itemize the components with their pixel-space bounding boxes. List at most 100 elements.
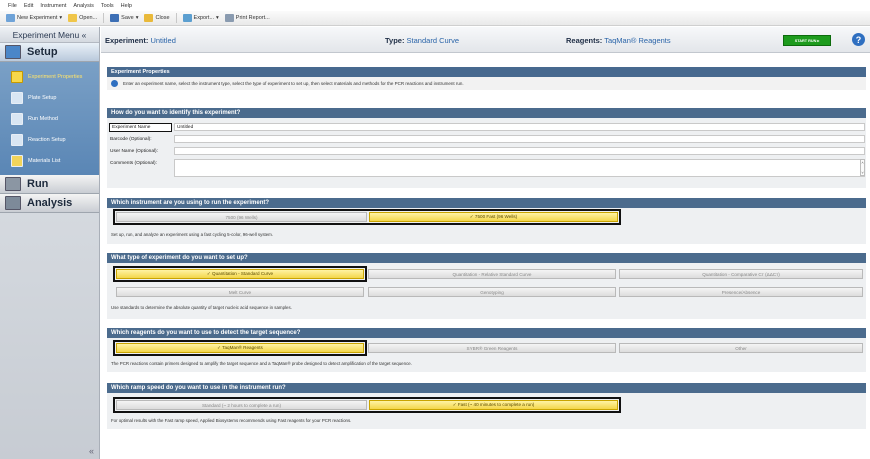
save-icon	[110, 14, 120, 22]
save-label: Save	[121, 15, 134, 21]
open-button[interactable]: Open...	[68, 14, 97, 22]
menu-help[interactable]: Help	[121, 3, 132, 9]
reagents-info: Reagents: TaqMan® Reagents	[566, 36, 671, 45]
toolbar: New Experiment ▾ Open... Save ▾ Close Expo…	[0, 11, 870, 26]
exptype-presence-absence[interactable]: Presence/Absence	[619, 287, 863, 297]
exptype-comparative-ct[interactable]: Quantitation - Comparative Cт (ΔΔCт)	[619, 269, 863, 279]
export-label: Export...	[193, 15, 215, 21]
exptype-relative-standard-curve[interactable]: Quantitation - Relative Standard Curve	[368, 269, 616, 279]
experiment-menu-title[interactable]: Experiment Menu «	[0, 27, 99, 43]
scroll-down-icon[interactable]: ˅	[861, 170, 863, 175]
print-report-label: Print Report...	[235, 15, 270, 21]
sidebar-item-label: Experiment Properties	[28, 73, 83, 80]
experiment-type-question: What type of experiment do you want to s…	[107, 253, 866, 263]
reagent-other[interactable]: Other	[619, 343, 863, 353]
print-icon	[224, 14, 234, 22]
experiment-properties-icon	[11, 70, 23, 83]
experiment-value: Untitled	[150, 36, 176, 45]
instrument-highlight	[113, 209, 621, 225]
scroll-up-icon[interactable]: ˄	[861, 160, 863, 165]
new-experiment-label: New Experiment	[17, 15, 58, 21]
checklist-icon	[11, 154, 23, 167]
sidebar-item-reaction-setup[interactable]: Reaction Setup	[0, 129, 99, 150]
analysis-label: Analysis	[27, 197, 73, 209]
experiment-type-block: ✓ Quantitation - Standard Curve Quantita…	[107, 263, 866, 319]
export-button[interactable]: Export... ▾	[182, 14, 219, 22]
ramp-highlight	[113, 397, 621, 413]
experiment-properties-panel: Experiment Properties Enter an experimen…	[107, 67, 866, 456]
experiment-menu-sidebar: Experiment Menu « Setup Experiment Prope…	[0, 27, 100, 459]
pipette-icon	[11, 133, 23, 146]
sidebar-item-label: Reaction Setup	[28, 136, 66, 143]
type-info: Type: Standard Curve	[385, 36, 459, 45]
barcode-label: Barcode (Optional):	[110, 137, 152, 142]
experiment-info: Experiment: Untitled	[105, 36, 176, 45]
dropdown-icon: ▾	[135, 15, 139, 21]
reagents-label: Reagents:	[566, 36, 603, 45]
exptype-melt-curve[interactable]: Melt Curve	[116, 287, 364, 297]
dropdown-icon: ▾	[216, 15, 219, 21]
print-report-button[interactable]: Print Report...	[224, 14, 270, 22]
instrument-block: 7500 (96 Wells) ✓ 7500 Fast (96 Wells) S…	[107, 208, 866, 244]
analysis-icon	[5, 196, 21, 210]
close-label: Close	[155, 15, 170, 21]
sidebar-item-experiment-properties[interactable]: Experiment Properties	[0, 66, 99, 87]
experiment-name-label: Experiment Name	[112, 125, 151, 130]
reagent-sybr-green[interactable]: SYBR® Green Reagents	[368, 343, 616, 353]
menu-analysis[interactable]: Analysis	[73, 3, 93, 9]
barcode-input[interactable]	[174, 135, 865, 143]
sidebar-item-plate-setup[interactable]: Plate Setup	[0, 87, 99, 108]
identify-block: Experiment Name Untitled Barcode (Option…	[107, 118, 866, 188]
instrument-question: Which instrument are you using to run th…	[107, 198, 866, 208]
start-run-button[interactable]: START RUN ▸	[783, 35, 831, 46]
experiment-type-description: Use standards to determine the absolute …	[111, 305, 292, 310]
panel-title: Experiment Properties	[107, 67, 866, 77]
type-value: Standard Curve	[406, 36, 460, 45]
open-label: Open...	[79, 15, 98, 21]
help-icon[interactable]: ?	[852, 33, 865, 46]
save-button[interactable]: Save ▾	[110, 14, 138, 22]
close-button[interactable]: Close	[144, 14, 170, 22]
experiment-label: Experiment:	[105, 36, 149, 45]
run-label: Run	[27, 178, 49, 190]
username-label: User Name (Optional):	[110, 149, 158, 154]
sidebar-item-run-method[interactable]: Run Method	[0, 108, 99, 129]
run-method-icon	[11, 112, 23, 125]
comments-textarea[interactable]	[174, 159, 865, 177]
experiment-name-input[interactable]: Untitled	[174, 123, 865, 131]
reagents-value: TaqMan® Reagents	[604, 36, 671, 45]
run-section[interactable]: Run	[0, 175, 99, 194]
plate-icon	[11, 91, 23, 104]
reagents-description: The PCR reactions contain primers design…	[111, 361, 412, 366]
toolbar-separator	[103, 13, 105, 23]
instrument-description: Set up, run, and analyze an experiment u…	[111, 232, 274, 237]
menu-edit[interactable]: Edit	[24, 3, 33, 9]
analysis-section[interactable]: Analysis	[0, 194, 99, 213]
menu-file[interactable]: File	[8, 3, 17, 9]
setup-section[interactable]: Setup	[0, 43, 99, 62]
collapse-sidebar-icon[interactable]: «	[89, 446, 94, 456]
ramp-speed-block: Standard (~ 2 hours to complete a run) ✓…	[107, 393, 866, 429]
info-bar: Enter an experiment name, select the ins…	[107, 77, 866, 90]
experiment-header: Experiment: Untitled Type: Standard Curv…	[101, 27, 870, 53]
reagents-block: ✓ TaqMan® Reagents SYBR® Green Reagents …	[107, 338, 866, 372]
menu-tools[interactable]: Tools	[101, 3, 114, 9]
menu-instrument[interactable]: Instrument	[40, 3, 66, 9]
identify-question: How do you want to identify this experim…	[107, 108, 866, 118]
dropdown-icon: ▾	[59, 15, 63, 21]
exptype-genotyping[interactable]: Genotyping	[368, 287, 616, 297]
export-icon	[182, 14, 192, 22]
username-input[interactable]	[174, 147, 865, 155]
comments-scrollbar[interactable]: ˄ ˅	[860, 159, 865, 176]
folder-icon	[68, 14, 78, 22]
comments-label: Comments (Optional):	[110, 161, 157, 166]
info-icon	[111, 80, 118, 87]
new-experiment-button[interactable]: New Experiment ▾	[6, 14, 62, 22]
sidebar-item-label: Run Method	[28, 115, 58, 122]
menu-bar: File Edit Instrument Analysis Tools Help	[0, 0, 870, 11]
sidebar-item-label: Plate Setup	[28, 94, 57, 101]
exptype-highlight	[113, 266, 367, 282]
sidebar-item-materials-list[interactable]: Materials List	[0, 150, 99, 171]
toolbar-separator	[175, 13, 177, 23]
reagents-highlight	[113, 340, 367, 356]
